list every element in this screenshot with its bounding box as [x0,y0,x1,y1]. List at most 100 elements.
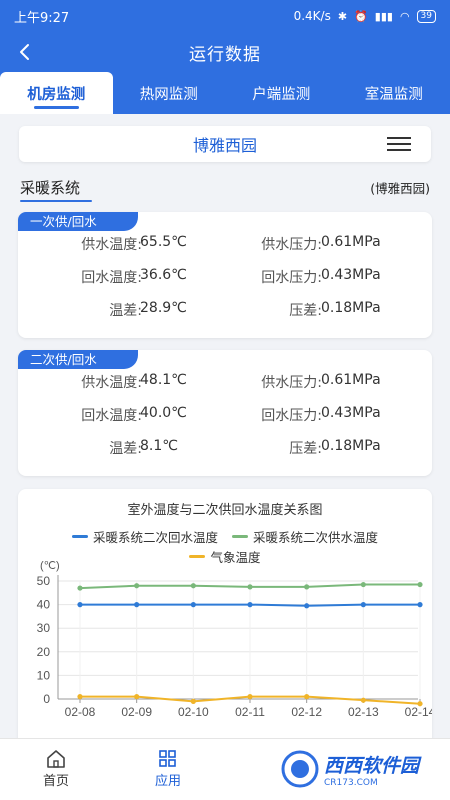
data-point [134,602,140,608]
data-point [417,701,423,707]
supply-temp-label: 供水温度: [81,237,142,253]
section-header: 采暖系统 (博雅西园) [20,176,430,202]
data-point [304,603,310,609]
supply-temp-label: 供水温度: [81,375,142,391]
legend-swatch [189,555,206,558]
tab-household[interactable]: 户端监测 [225,72,338,114]
data-point [360,697,366,703]
tab-label: 室温监测 [364,86,423,103]
legend-label: 采暖系统二次回水温度 [92,530,218,545]
y-tick-label: 10 [37,668,51,682]
temp-diff-value: 28.9℃ [140,300,187,316]
watermark-sub: CR173.COM [324,777,378,788]
temp-diff-label: 温差: [109,441,142,457]
y-unit-label: (℃) [40,560,60,572]
bottom-nav: 首页 应用 西西软件园 CR173.COM [0,738,450,800]
data-row: 回水温度: 40.0℃ 回水压力: 0.43MPa [18,405,432,425]
data-point [77,694,83,700]
y-tick-label: 30 [37,621,51,635]
menu-icon[interactable] [387,137,411,151]
watermark-logo: 西西软件园 CR173.COM [280,746,440,792]
wifi-icon: ◠ [399,9,410,23]
supply-pressure-value: 0.61MPa [321,234,381,250]
supply-pressure-label: 供水压力: [261,237,322,253]
tab-label: 机房监测 [27,86,86,103]
supply-pressure-label: 供水压力: [261,375,322,391]
watermark-icon [281,750,319,788]
card-tag: 一次供/回水 [18,212,138,231]
y-tick-label: 50 [37,574,51,588]
y-tick-label: 40 [37,598,51,612]
legend-label: 采暖系统二次供水温度 [253,530,379,545]
x-tick-label: 02-11 [235,705,265,719]
data-point [304,694,310,700]
supply-pressure-value: 0.61MPa [321,372,381,388]
nav-home-label: 首页 [42,774,69,789]
legend-item-supply[interactable]: 采暖系统二次供水温度 [232,527,378,546]
temp-diff-label: 温差: [109,303,142,319]
data-point [247,602,253,608]
signal-icon: ▮▮▮ [374,9,393,23]
tab-heat-network[interactable]: 热网监测 [113,72,226,114]
return-temp-label: 回水温度: [81,408,142,424]
data-point [190,583,196,589]
tab-label: 热网监测 [139,86,198,103]
temperature-chart-card: 室外温度与二次供回水温度关系图 采暖系统二次回水温度 采暖系统二次供水温度 气象… [18,489,432,738]
watermark-text: 西西软件园 [324,754,420,777]
line-chart: (℃) 0 10 20 30 40 50 02-08 02-09 02-10 02-11 02-12 0… [37,560,432,719]
return-temp-value: 36.6℃ [140,267,187,283]
nav-apps-label: 应用 [154,774,181,789]
x-tick-label: 02-10 [178,705,209,719]
data-point [247,584,253,590]
pressure-diff-label: 压差: [289,303,322,319]
return-pressure-label: 回水压力: [261,408,322,424]
data-point [77,585,83,591]
data-point [304,584,310,590]
section-station-tag: (博雅西园) [370,180,430,196]
content-area: 博雅西园 采暖系统 (博雅西园) 一次供/回水 供水温度: 65.5℃ 供水压力… [0,114,450,738]
alarm-icon: ⏰ [354,9,368,23]
battery-icon: 39 [416,9,436,23]
data-point [417,581,423,588]
legend-item-return[interactable]: 采暖系统二次回水温度 [71,527,218,546]
nav-bar: 运行数据 [0,32,450,72]
network-speed: 0.4K/s [293,9,331,23]
data-point [247,694,253,700]
nav-apps[interactable]: 应用 [112,739,224,800]
data-point [417,602,423,608]
supply-temp-value: 65.5℃ [140,234,187,250]
data-point [190,698,196,704]
primary-supply-card: 一次供/回水 供水温度: 65.5℃ 供水压力: 0.61MPa 回水温度: 3… [18,212,432,338]
legend-swatch [232,535,248,538]
tab-machine-room[interactable]: 机房监测 [0,72,113,114]
data-point [134,583,140,589]
x-tick-label: 02-08 [65,705,96,719]
pressure-diff-value: 0.18MPa [321,300,381,316]
y-tick-label: 20 [37,645,51,659]
data-row: 温差: 8.1℃ 压差: 0.18MPa [18,438,432,458]
tab-bar: 机房监测 热网监测 户端监测 室温监测 [0,72,450,114]
secondary-supply-card: 二次供/回水 供水温度: 48.1℃ 供水压力: 0.61MPa 回水温度: 4… [18,350,432,476]
data-row: 回水温度: 36.6℃ 回水压力: 0.43MPa [18,267,432,287]
station-name: 博雅西园 [192,136,257,155]
chart-legend-row-1: 采暖系统二次回水温度 采暖系统二次供水温度 [18,527,432,546]
station-selector[interactable]: 博雅西园 [19,126,431,162]
back-arrow-icon[interactable] [12,38,40,66]
pressure-diff-label: 压差: [289,441,322,457]
supply-temp-value: 48.1℃ [140,372,187,388]
x-tick-label: 02-12 [291,705,322,719]
temp-diff-value: 8.1℃ [140,438,178,454]
return-pressure-value: 0.43MPa [321,405,381,421]
return-temp-label: 回水温度: [81,270,142,286]
nav-home[interactable]: 首页 [0,739,112,800]
tab-room-temp[interactable]: 室温监测 [338,72,450,114]
return-temp-value: 40.0℃ [140,405,187,421]
data-point [360,581,366,588]
chart-title: 室外温度与二次供回水温度关系图 [127,503,323,518]
grid-icon [159,750,176,767]
tab-label: 户端监测 [252,86,311,103]
data-row: 供水温度: 48.1℃ 供水压力: 0.61MPa [18,372,432,392]
x-tick-label: 02-13 [348,705,379,719]
y-tick-label: 0 [43,692,50,706]
pressure-diff-value: 0.18MPa [321,438,381,454]
